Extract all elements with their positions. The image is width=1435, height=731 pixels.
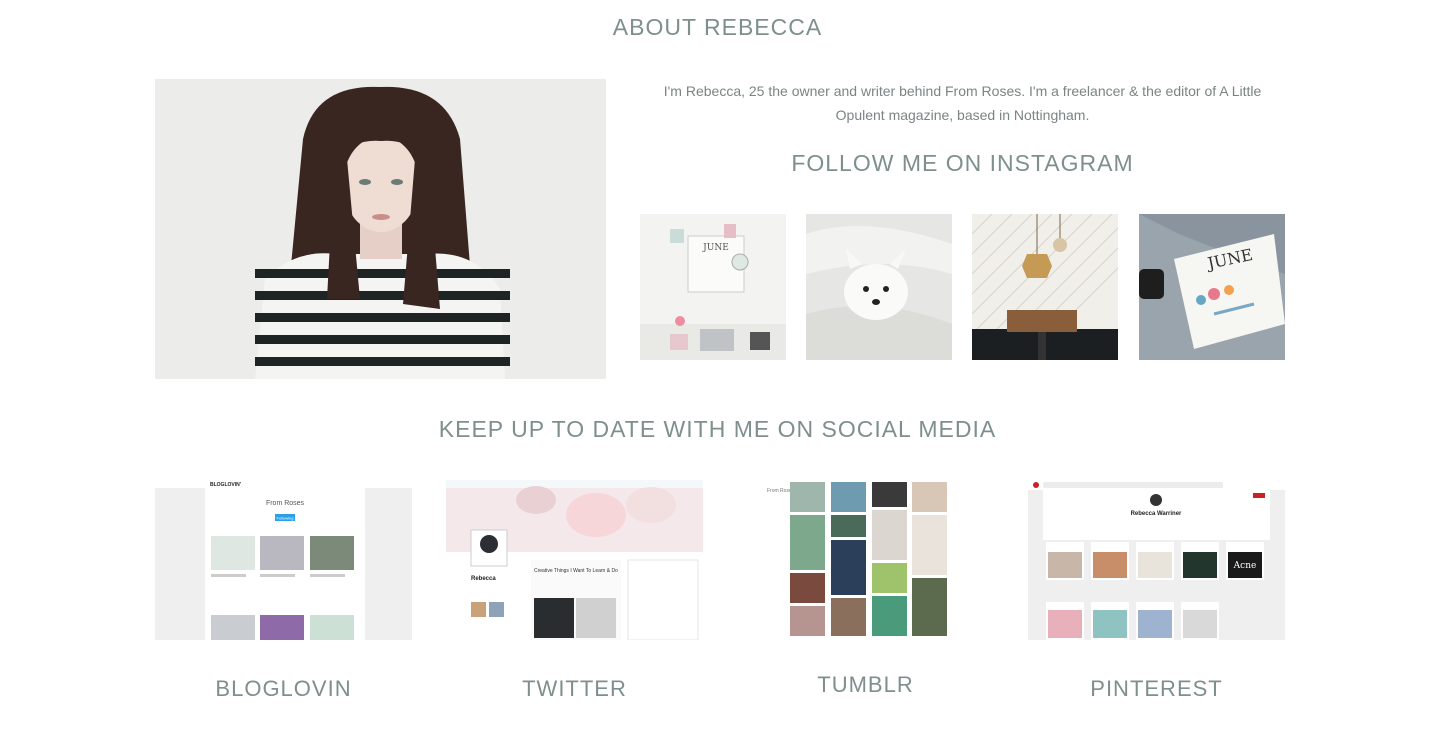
pinterest-board-label: Acne [1233,561,1257,571]
instagram-heading: FOLLOW ME ON INSTAGRAM [791,150,1134,176]
twitter-tweet-text: Creative Things I Want To Learn & Do [534,568,618,574]
bloglovin-link[interactable]: BLOGLOVIN [155,676,412,702]
instagram-photo-desk[interactable]: JUNE [640,214,786,360]
social-heading: KEEP UP TO DATE WITH ME ON SOCIAL MEDIA [438,416,997,442]
instagram-photo-dog[interactable] [806,214,952,360]
bloglovin-follow-button: Following [277,516,294,521]
bloglovin-blog-title: From Roses [266,500,305,507]
bloglovin-preview[interactable]: BLOGLOVIN' From Roses Following [155,480,412,640]
tumblr-preview[interactable]: From Roses [737,480,994,640]
instagram-photo-cafe[interactable] [972,214,1118,360]
pinterest-preview[interactable]: Rebecca Warriner Acne [1028,480,1285,640]
about-heading: ABOUT REBECCA [612,14,823,40]
about-bio: I'm Rebecca, 25 the owner and writer beh… [663,83,1262,123]
pinterest-link[interactable]: PINTEREST [1028,676,1285,702]
portrait-photo [155,79,606,379]
tumblr-link[interactable]: TUMBLR [737,672,994,698]
instagram-photo-planner[interactable]: JUNE [1139,214,1285,360]
twitter-profile-name: Rebecca [471,576,496,582]
calendar-month-label: JUNE [702,243,729,253]
bloglovin-logo-text: BLOGLOVIN' [210,482,241,488]
pinterest-profile-name: Rebecca Warriner [1131,511,1182,517]
twitter-preview[interactable]: Rebecca Creative Things I Want To Learn … [446,480,703,640]
twitter-link[interactable]: TWITTER [446,676,703,702]
